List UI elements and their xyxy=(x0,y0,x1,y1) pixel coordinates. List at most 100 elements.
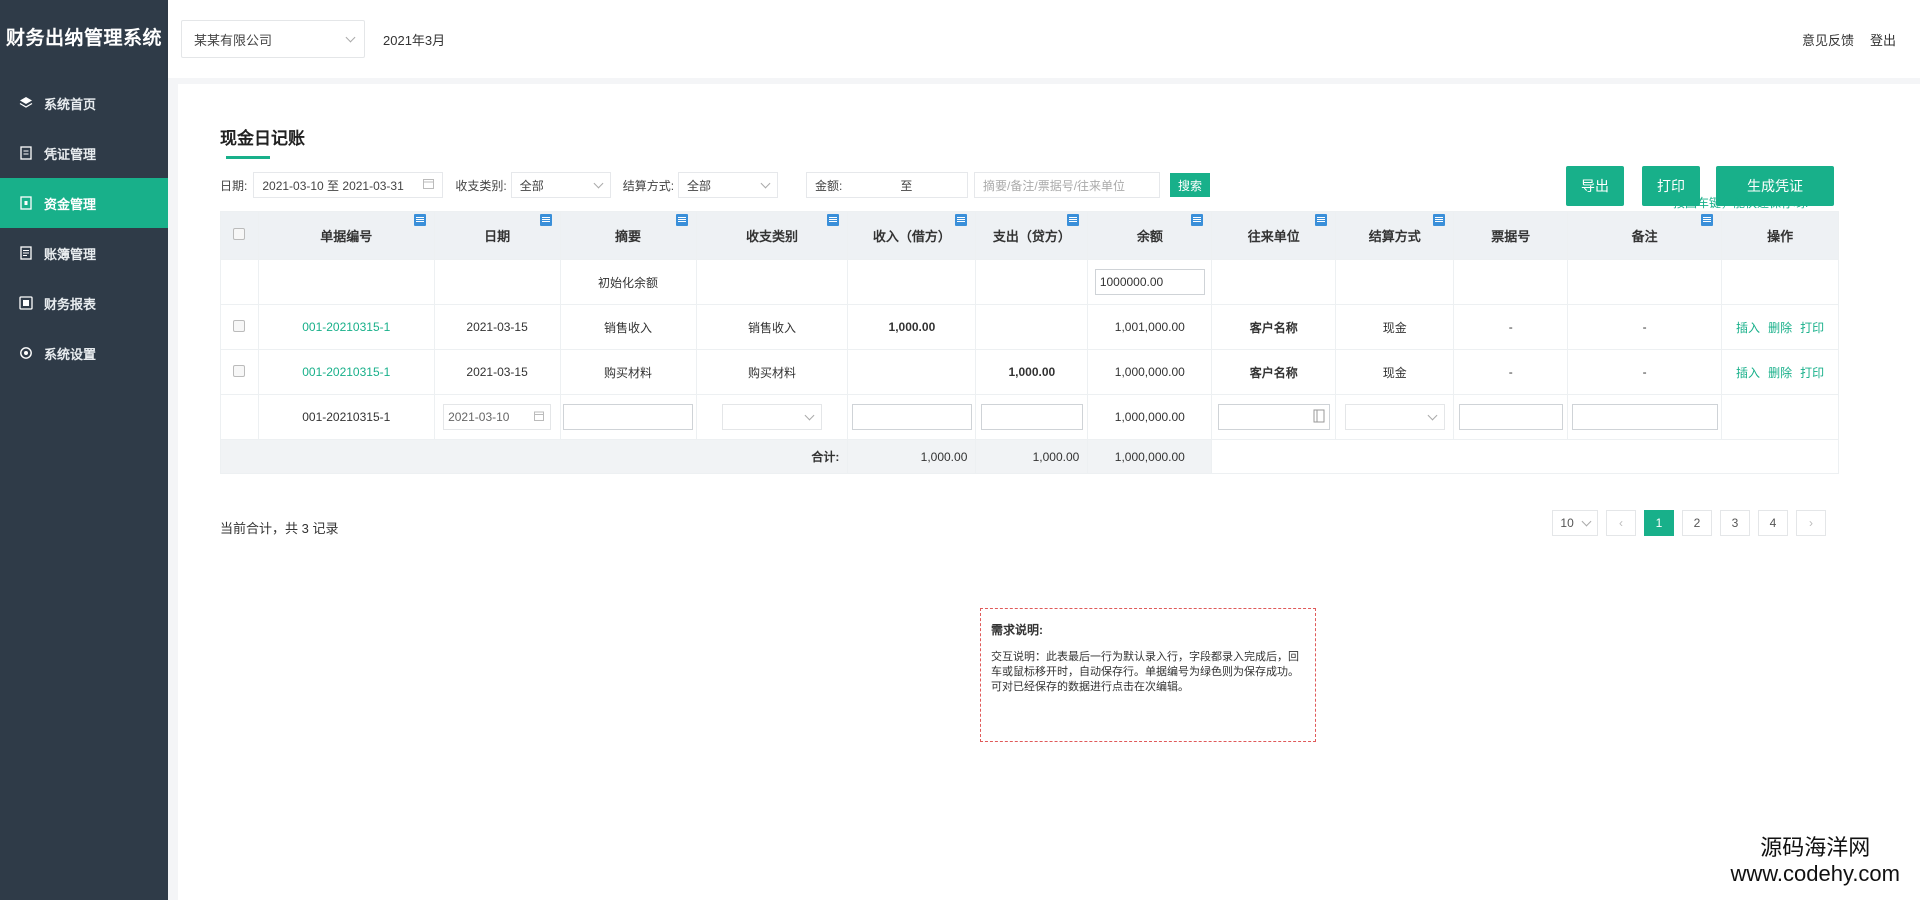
row-checkbox[interactable] xyxy=(233,319,246,332)
page-1[interactable]: 1 xyxy=(1644,510,1674,536)
row-category: 销售收入 xyxy=(695,304,849,350)
export-button[interactable]: 导出 xyxy=(1566,166,1624,206)
note-body-2: 可对已经保存的数据进行点击在次编辑。 xyxy=(991,681,1189,693)
row-ops: 插入 删除 打印 xyxy=(1721,349,1839,395)
logout-link[interactable]: 登出 xyxy=(1870,30,1896,49)
pagination: 10 ‹ 1 2 3 4 › xyxy=(1552,510,1826,536)
next-page-button[interactable]: › xyxy=(1796,510,1826,536)
table-row: 001-20210315-1 2021-03-15 购买材料 购买材料 1,00… xyxy=(220,349,1839,395)
new-row-no: 001-20210315-1 xyxy=(257,394,435,440)
table-header-row: 单据编号 日期 摘要 收支类别 收入（借方） 支出（贷方） 余额 往来单位 结算… xyxy=(220,211,1839,260)
insert-link[interactable]: 插入 xyxy=(1736,366,1760,380)
chevron-right-icon: › xyxy=(1809,516,1813,530)
sum-balance: 1,000,000.00 xyxy=(1087,439,1213,474)
new-row-date-input[interactable]: 2021-03-10 xyxy=(443,404,552,430)
chevron-down-icon xyxy=(760,178,771,188)
type-select[interactable]: 全部 xyxy=(510,172,611,198)
watermark-line2: www.codehy.com xyxy=(1730,861,1900,886)
column-menu-icon[interactable] xyxy=(827,214,840,226)
document-icon xyxy=(18,145,34,161)
method-select-value: 全部 xyxy=(687,178,712,193)
row-expense: 1,000.00 xyxy=(975,349,1089,395)
column-menu-icon[interactable] xyxy=(1701,214,1714,226)
company-select[interactable]: 某某有限公司 xyxy=(181,20,365,58)
row-no[interactable]: 001-20210315-1 xyxy=(257,304,435,350)
init-balance-input[interactable]: 1000000.00 xyxy=(1094,269,1205,295)
col-date: 日期 xyxy=(433,211,561,260)
new-row-expense-input[interactable] xyxy=(980,404,1083,430)
row-party: 客户名称 xyxy=(1211,304,1337,350)
cash-journal-table: 单据编号 日期 摘要 收支类别 收入（借方） 支出（贷方） 余额 往来单位 结算… xyxy=(219,211,1839,474)
new-row-balance: 1,000,000.00 xyxy=(1087,394,1213,440)
new-row-summary-input[interactable] xyxy=(563,404,694,430)
company-select-value: 某某有限公司 xyxy=(194,32,273,48)
method-select[interactable]: 全部 xyxy=(678,172,779,198)
col-party-label: 往来单位 xyxy=(1247,229,1300,244)
new-row-date-value: 2021-03-10 xyxy=(448,410,510,424)
search-button[interactable]: 搜索 xyxy=(1170,173,1211,197)
sidebar-item-funds[interactable]: 资金管理 xyxy=(0,178,168,228)
calendar-icon xyxy=(423,178,435,192)
row-method: 现金 xyxy=(1335,349,1455,395)
page-size-value: 10 xyxy=(1560,516,1574,530)
new-row-income-input[interactable] xyxy=(851,404,972,430)
sum-expense: 1,000.00 xyxy=(975,439,1089,474)
new-row-party-input[interactable] xyxy=(1217,404,1330,430)
page-2[interactable]: 2 xyxy=(1682,510,1712,536)
col-ticket: 票据号 xyxy=(1453,211,1569,260)
amount-range-input[interactable]: 金额: 至 xyxy=(806,172,969,198)
keyword-input[interactable]: 摘要/备注/票据号/往来单位 xyxy=(974,172,1161,198)
init-summary: 初始化余额 xyxy=(559,259,697,305)
column-menu-icon[interactable] xyxy=(1315,214,1328,226)
column-menu-icon[interactable] xyxy=(1191,214,1204,226)
chevron-left-icon: ‹ xyxy=(1619,516,1623,530)
page-size-select[interactable]: 10 xyxy=(1552,510,1598,536)
watermark: 源码海洋网 www.codehy.com xyxy=(1730,835,1900,887)
col-expense: 支出（贷方） xyxy=(975,211,1089,260)
sidebar-item-ledger[interactable]: 账簿管理 xyxy=(0,228,168,278)
new-row-category-select[interactable] xyxy=(721,404,822,430)
row-no[interactable]: 001-20210315-1 xyxy=(257,349,435,395)
feedback-link[interactable]: 意见反馈 xyxy=(1802,30,1854,49)
sidebar-item-reports[interactable]: 财务报表 xyxy=(0,278,168,328)
column-menu-icon[interactable] xyxy=(675,214,688,226)
page-title: 现金日记账 xyxy=(220,129,305,148)
sidebar-item-voucher[interactable]: 凭证管理 xyxy=(0,128,168,178)
sidebar-item-settings[interactable]: 系统设置 xyxy=(0,328,168,378)
date-range-value: 2021-03-10 至 2021-03-31 xyxy=(262,178,404,193)
sidebar-item-home[interactable]: 系统首页 xyxy=(0,78,168,128)
page-3[interactable]: 3 xyxy=(1720,510,1750,536)
new-row-method-select[interactable] xyxy=(1344,404,1445,430)
new-row-ticket-input[interactable] xyxy=(1458,404,1563,430)
date-range-input[interactable]: 2021-03-10 至 2021-03-31 xyxy=(253,172,444,198)
row-date: 2021-03-15 xyxy=(433,349,561,395)
col-remark: 备注 xyxy=(1567,211,1723,260)
select-all-checkbox[interactable] xyxy=(233,228,246,240)
chevron-down-icon xyxy=(804,410,815,420)
contact-picker-icon[interactable] xyxy=(1313,409,1325,426)
record-count: 当前合计，共 3 记录 xyxy=(220,521,339,536)
column-menu-icon[interactable] xyxy=(1433,214,1446,226)
select-all-cell xyxy=(220,211,259,260)
page-4[interactable]: 4 xyxy=(1758,510,1788,536)
print-link[interactable]: 打印 xyxy=(1800,366,1824,380)
row-checkbox[interactable] xyxy=(233,364,246,377)
new-row-remark-input[interactable] xyxy=(1571,404,1718,430)
column-menu-icon[interactable] xyxy=(413,214,426,226)
method-label: 结算方式: xyxy=(622,178,675,193)
requirement-note: 需求说明: 交互说明：此表最后一行为默认录入行，字段都录入完成后，回车或鼠标移开… xyxy=(980,608,1316,742)
delete-link[interactable]: 删除 xyxy=(1768,321,1792,335)
main-area: 现金日记账 日期: 2021-03-10 至 2021-03-31 收支类别: … xyxy=(168,78,1920,900)
column-menu-icon[interactable] xyxy=(539,214,552,226)
sum-income: 1,000.00 xyxy=(847,439,977,474)
note-title: 需求说明: xyxy=(991,623,1043,637)
content-panel: 现金日记账 日期: 2021-03-10 至 2021-03-31 收支类别: … xyxy=(178,84,1920,900)
insert-link[interactable]: 插入 xyxy=(1736,321,1760,335)
col-method-label: 结算方式 xyxy=(1368,229,1421,244)
delete-link[interactable]: 删除 xyxy=(1768,366,1792,380)
chevron-down-icon xyxy=(1581,516,1592,526)
column-menu-icon[interactable] xyxy=(1067,214,1080,226)
print-link[interactable]: 打印 xyxy=(1800,321,1824,335)
prev-page-button[interactable]: ‹ xyxy=(1606,510,1636,536)
column-menu-icon[interactable] xyxy=(955,214,968,226)
